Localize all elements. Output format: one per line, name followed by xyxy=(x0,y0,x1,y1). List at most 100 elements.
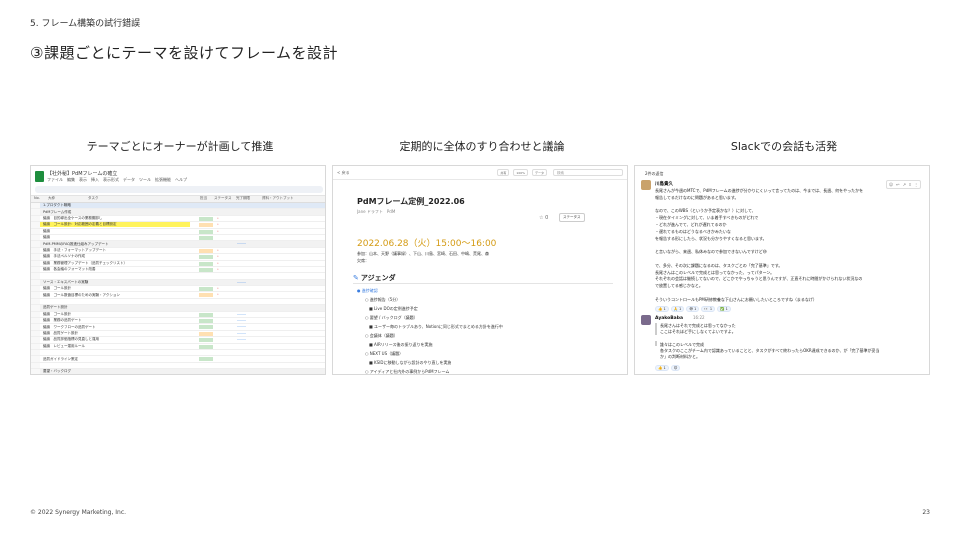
reaction[interactable]: 👍 1 xyxy=(655,306,669,312)
share-icon[interactable]: ↗ xyxy=(903,182,906,187)
row-number xyxy=(31,209,40,215)
row-number xyxy=(31,286,40,292)
link-cell[interactable]: ――― xyxy=(237,318,267,322)
reaction[interactable]: 👀 1 xyxy=(701,306,716,312)
agenda-item: ● 進捗確認 xyxy=(357,288,378,293)
status-chip[interactable] xyxy=(199,216,213,221)
status-chip[interactable] xyxy=(199,229,213,234)
search-input[interactable]: 検索 xyxy=(553,169,623,176)
status-chip[interactable] xyxy=(199,319,213,324)
status-button[interactable]: ステータス xyxy=(559,213,585,222)
reaction[interactable]: 😊 xyxy=(670,365,681,371)
reaction[interactable]: 😅 1 xyxy=(686,306,700,312)
message-line: で、多分、その次に課題になるのは、タスクごとの「完了基準」です。 xyxy=(655,262,783,268)
message-line: ・どれが進んでて、どれが遅れてるのか xyxy=(655,222,727,227)
row-number xyxy=(31,254,40,260)
agenda-item: ○ 進捗報告（5分） xyxy=(357,297,401,302)
doc-meta: Jane ドラフト PdM xyxy=(357,209,396,214)
link-cell[interactable]: ――― xyxy=(237,312,267,316)
caption-slack: Slackでの会話も活発 xyxy=(730,140,838,153)
absentees: 欠席： xyxy=(357,258,369,263)
agenda-label: アジェンダ xyxy=(360,274,396,282)
table-cell: 議論 ゴール設計 xyxy=(43,286,71,291)
row-number xyxy=(31,273,40,279)
agenda-item: ○ NEXT US（議題） xyxy=(357,351,404,356)
status-chip[interactable] xyxy=(199,344,213,349)
agenda-item: ○ 会議体（議題） xyxy=(357,333,398,338)
status-chip[interactable] xyxy=(199,248,213,253)
row-number xyxy=(31,318,40,324)
status-chip[interactable] xyxy=(199,338,213,343)
message-line: ・現在タイミングに対して、いま着手すべきものがどれで xyxy=(655,215,759,221)
table-row[interactable]: 要望・バックログ xyxy=(31,369,325,374)
table-cell: 議論 xyxy=(43,228,50,233)
column-header: 完了期限 xyxy=(236,196,250,200)
back-link[interactable]: < 戻る xyxy=(337,170,350,175)
divider xyxy=(353,283,613,284)
reply-icon[interactable]: ↩ xyxy=(896,182,899,187)
spreadsheet-menu: ファイル 編集 表示 挿入 表示形式 データ ツール 拡張機能 ヘルプ xyxy=(47,177,187,182)
status-chip[interactable] xyxy=(199,293,213,298)
star-count[interactable]: ☆ 0 xyxy=(539,215,548,221)
agenda-heading: ✎ アジェンダ xyxy=(353,273,396,283)
message-line: 長尾さんが今週のMTCで、PdMフレームの進捗が分かりにくいって言ってたのは、今… xyxy=(655,188,864,193)
caption-doc: 定期的に全体のすり合わせと議論 xyxy=(399,140,565,153)
link-cell[interactable]: ――― xyxy=(237,337,267,341)
status-chip[interactable] xyxy=(199,312,213,317)
row-number xyxy=(31,247,40,254)
attendees: 参加：山本、天野（議事録）、下山、川島、宮崎、石田、中嶋、荒尾、森 xyxy=(357,251,489,256)
zoom-button[interactable]: 100% xyxy=(513,169,528,176)
message-time: 16:22 xyxy=(693,315,705,320)
message-line: 各タスクのここがチーム内で認識あっていることと、タスクがすべて終わったらOKR達… xyxy=(660,347,880,353)
table-cell: PdM-PMMのFAQ推進仕組みアップデート xyxy=(43,241,109,246)
deadline-marker: • xyxy=(217,222,219,227)
agenda-item: ■ ユーザー毎のトラブルあり、Notionに同じ形式でまとめる方針を進行中 xyxy=(357,324,503,329)
status-chip[interactable] xyxy=(199,235,213,240)
table-cell: 品質ガイドライン策定 xyxy=(43,356,78,361)
table-cell: 議論 業務の品質ゲート xyxy=(43,318,82,323)
avatar[interactable] xyxy=(641,315,651,325)
row-number xyxy=(31,337,40,343)
deadline-marker: • xyxy=(217,254,219,259)
author-name[interactable]: AyakoBaba xyxy=(655,316,683,321)
status-chip[interactable] xyxy=(199,255,213,260)
table-cell: 議論 目的導出全ケースの業務棚卸し xyxy=(43,215,103,220)
reaction[interactable]: 👍 1 xyxy=(655,365,669,371)
reaction[interactable]: ✅ 1 xyxy=(717,306,731,312)
table-cell: 議論 ワークフローの品質ゲート xyxy=(43,324,96,329)
status-chip[interactable] xyxy=(199,325,213,330)
table-cell: PdMフレーム作成 xyxy=(43,209,72,214)
data-button[interactable]: データ xyxy=(531,169,547,176)
table-cell: 議論 xyxy=(43,235,50,240)
table-cell: ソース・エキスパートの実験 xyxy=(43,279,89,284)
link-cell[interactable]: ――― xyxy=(237,324,267,328)
author-name[interactable]: 川島貴久 xyxy=(655,181,673,187)
row-number xyxy=(31,260,40,266)
share-button[interactable]: 共有 xyxy=(497,169,510,176)
row-number xyxy=(31,234,40,241)
avatar[interactable] xyxy=(641,180,651,190)
more-icon[interactable]: ⋮ xyxy=(914,182,918,187)
table-cell: 議論 レビュー運用ルール xyxy=(43,343,85,348)
spreadsheet-screenshot: 【社外秘】PdMフレームの確立 ファイル 編集 表示 挿入 表示形式 データ ツ… xyxy=(30,165,326,375)
message-line: と言いながら、来週、私休みなので参加できないんですけど😅 xyxy=(655,249,767,255)
reaction[interactable]: 🙏 1 xyxy=(670,306,685,312)
emoji-icon[interactable]: ☺ xyxy=(889,182,893,187)
row-number xyxy=(31,222,40,228)
thread-replies[interactable]: 2件の返信 xyxy=(645,171,664,176)
status-chip[interactable] xyxy=(199,267,213,272)
status-chip[interactable] xyxy=(199,261,213,266)
row-number xyxy=(31,369,40,374)
heading-marker: ✎ xyxy=(353,274,359,282)
table-cell: 議論 ゴール設計 xyxy=(43,311,71,316)
link-cell[interactable]: ――― xyxy=(237,280,267,284)
link-cell[interactable]: ――― xyxy=(237,241,267,245)
status-chip[interactable] xyxy=(199,287,213,292)
bookmark-icon[interactable]: ⌑ xyxy=(909,182,911,187)
status-chip[interactable] xyxy=(199,357,213,362)
deadline-marker: • xyxy=(217,292,219,297)
status-chip[interactable] xyxy=(199,331,213,336)
row-number xyxy=(31,356,40,362)
status-chip[interactable] xyxy=(199,223,213,228)
link-cell[interactable]: ――― xyxy=(237,331,267,335)
